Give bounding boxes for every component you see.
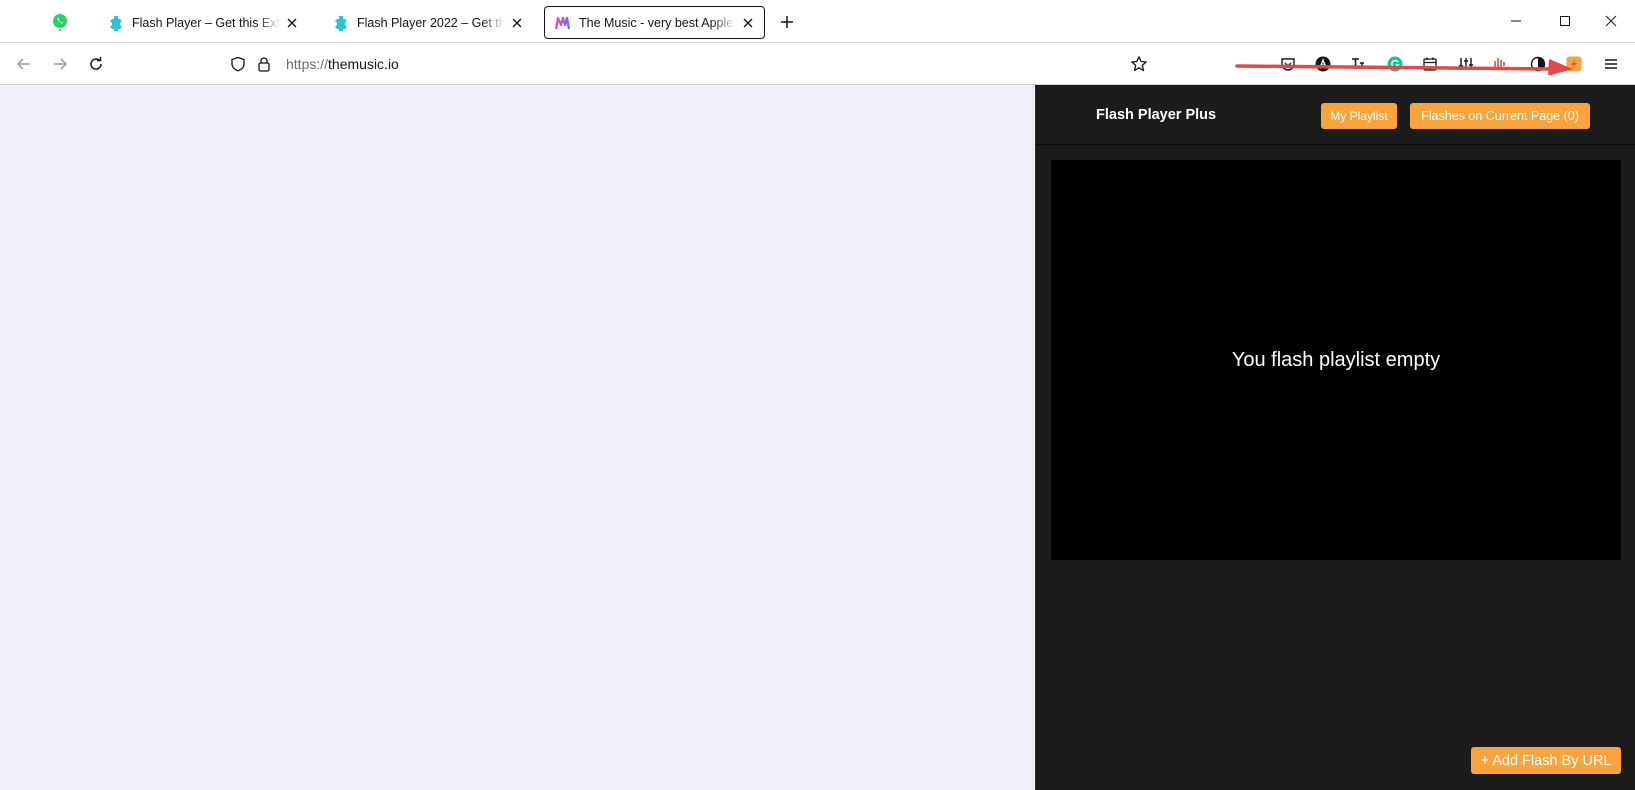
minimize-button[interactable] xyxy=(1493,8,1539,34)
puzzle-icon xyxy=(335,15,347,31)
tab-strip: Flash Player – Get this Extension for Fi… xyxy=(0,0,1635,43)
tab-flash-player[interactable]: Flash Player – Get this Extension for Fi… xyxy=(98,6,308,39)
lock-icon[interactable] xyxy=(256,56,272,72)
maximize-icon xyxy=(1560,16,1570,26)
arrow-left-icon xyxy=(16,58,30,70)
whatsapp-icon xyxy=(53,14,67,31)
close-icon xyxy=(1605,15,1617,27)
puzzle-icon xyxy=(110,15,122,31)
tab-the-music[interactable]: The Music - very best Apple Music xyxy=(544,6,765,39)
navigation-toolbar: https://themusic.io xyxy=(0,43,1635,85)
flash-icon xyxy=(1566,56,1582,72)
reload-icon xyxy=(90,57,102,70)
app-menu-button[interactable] xyxy=(1601,54,1621,74)
minimize-icon xyxy=(1511,20,1521,22)
forward-button[interactable] xyxy=(48,52,72,76)
grammarly-icon xyxy=(1387,56,1403,72)
reload-button[interactable] xyxy=(84,52,108,76)
pocket-extension-button[interactable] xyxy=(1278,54,1298,74)
grammarly-extension-button[interactable] xyxy=(1385,54,1405,74)
flashes-on-current-page-button[interactable]: Flashes on Current Page (0) xyxy=(1410,103,1590,129)
text-tool-icon xyxy=(1352,58,1364,69)
tab-flash-player-2022[interactable]: Flash Player 2022 – Get this Extension f… xyxy=(323,6,533,39)
panel-title: Flash Player Plus xyxy=(1096,107,1217,123)
address-bar[interactable]: https://themusic.io xyxy=(230,49,1150,79)
close-tab-icon[interactable] xyxy=(284,15,300,31)
equalizer-extension-button[interactable] xyxy=(1456,54,1476,74)
my-playlist-button[interactable]: My Playlist xyxy=(1321,103,1397,129)
bookmark-button[interactable] xyxy=(1127,52,1151,76)
audio-bars-icon xyxy=(1494,58,1505,70)
hamburger-menu-icon xyxy=(1605,59,1617,69)
close-tab-icon[interactable] xyxy=(740,15,756,31)
flash-player-plus-panel: Flash Player Plus My Playlist Flashes on… xyxy=(1035,85,1635,790)
equalizer-icon xyxy=(1459,58,1473,70)
text-extension-button[interactable] xyxy=(1348,54,1368,74)
add-flash-by-url-button[interactable]: + Add Flash By URL xyxy=(1471,747,1621,774)
plus-icon xyxy=(781,16,793,28)
empty-playlist-message: You flash playlist empty xyxy=(1231,348,1441,371)
back-button[interactable] xyxy=(12,52,36,76)
calendar-icon xyxy=(1423,57,1437,71)
pinned-tab-whatsapp[interactable] xyxy=(40,6,80,38)
half-circle-icon xyxy=(1530,56,1546,72)
maximize-button[interactable] xyxy=(1542,8,1588,34)
flash-player-area: You flash playlist empty xyxy=(1051,160,1621,560)
panel-header: Flash Player Plus My Playlist Flashes on… xyxy=(1036,85,1635,145)
close-window-button[interactable] xyxy=(1588,8,1634,34)
pocket-icon xyxy=(1281,58,1295,71)
theme-extension-button[interactable] xyxy=(1528,54,1548,74)
calendar-extension-button[interactable] xyxy=(1420,54,1440,74)
star-icon xyxy=(1131,56,1147,72)
arrow-right-icon xyxy=(54,58,68,70)
music-logo-icon xyxy=(555,16,571,29)
flash-player-plus-extension-button[interactable] xyxy=(1564,54,1584,74)
tab-title: Flash Player – Get this Extension for Fi… xyxy=(132,15,280,30)
new-tab-button[interactable] xyxy=(775,10,799,34)
a-extension-button[interactable] xyxy=(1313,54,1333,74)
url-text[interactable]: https://themusic.io xyxy=(286,56,399,72)
tab-title: Flash Player 2022 – Get this Extension f… xyxy=(357,15,505,30)
close-tab-icon[interactable] xyxy=(509,15,525,31)
audio-extension-button[interactable] xyxy=(1490,54,1510,74)
tab-title: The Music - very best Apple Music xyxy=(579,15,736,30)
page-content xyxy=(0,85,1035,790)
a-letter-icon xyxy=(1315,56,1331,72)
shield-icon[interactable] xyxy=(230,56,246,72)
